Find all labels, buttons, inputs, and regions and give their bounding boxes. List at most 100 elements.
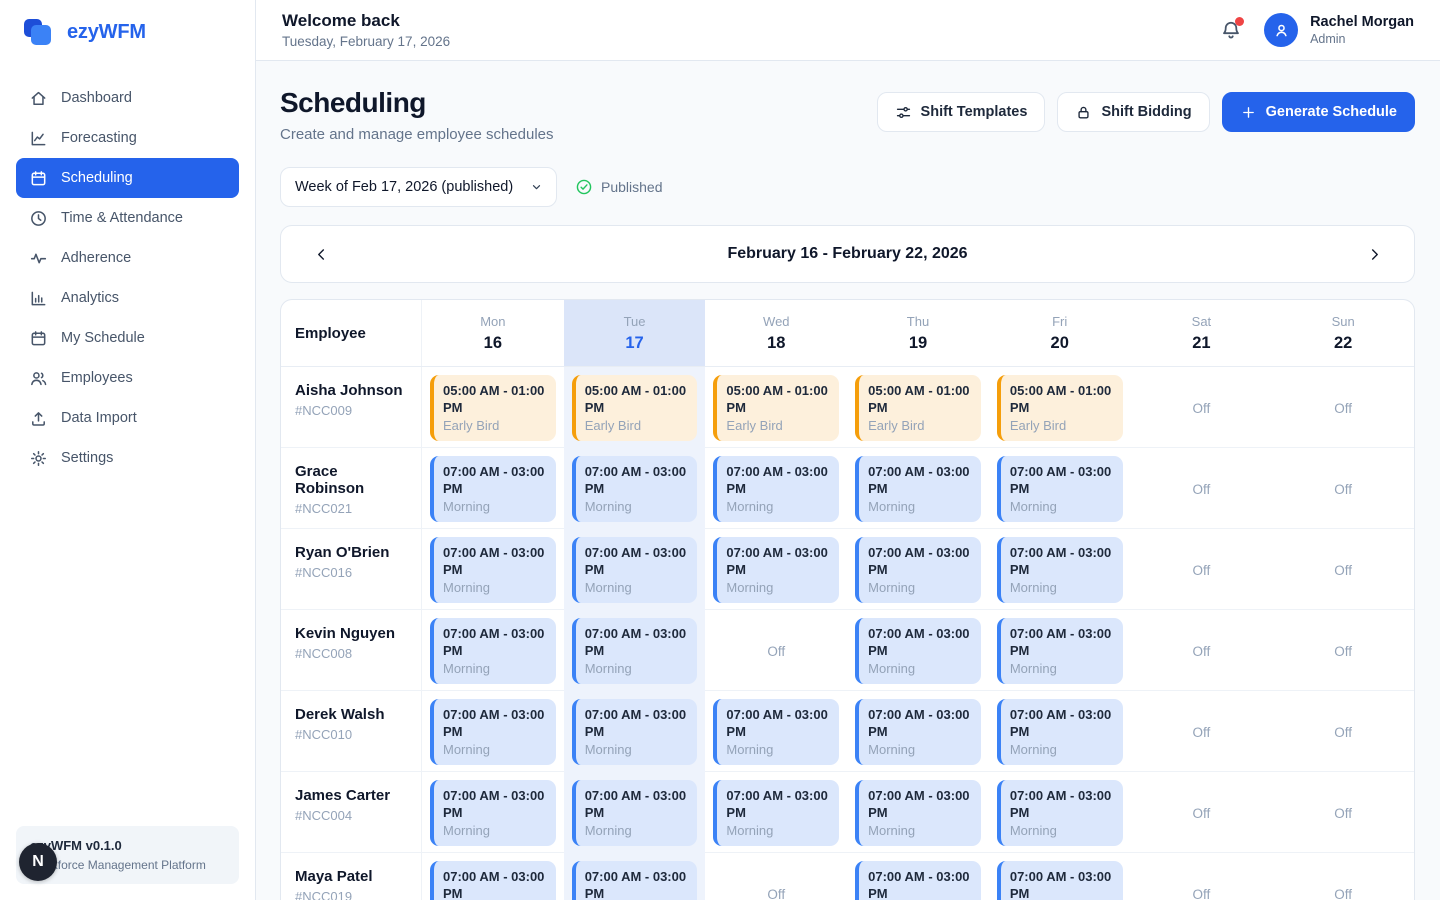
shift-bidding-button[interactable]: Shift Bidding xyxy=(1057,92,1209,132)
shift-card-morning[interactable]: 07:00 AM - 03:00 PMMorning xyxy=(430,861,556,900)
shift-card-morning[interactable]: 07:00 AM - 03:00 PMMorning xyxy=(855,699,981,764)
shift-card-morning[interactable]: 07:00 AM - 03:00 PMMorning xyxy=(430,537,556,602)
shift-time: 07:00 AM - 03:00 PM xyxy=(726,707,831,740)
shift-card-morning[interactable]: 07:00 AM - 03:00 PMMorning xyxy=(855,780,981,845)
shift-card-early[interactable]: 05:00 AM - 01:00 PM Early Bird xyxy=(430,375,556,440)
shift-type-label: Morning xyxy=(585,661,690,678)
sidebar-item-forecasting[interactable]: Forecasting xyxy=(16,118,239,158)
employee-cell: Maya Patel#NCC019 xyxy=(281,853,422,900)
shift-type-label: Morning xyxy=(585,823,690,840)
shift-card-morning[interactable]: 07:00 AM - 03:00 PMMorning xyxy=(572,456,698,521)
shift-card-morning[interactable]: 07:00 AM - 03:00 PMMorning xyxy=(997,699,1123,764)
shift-card-morning[interactable]: 07:00 AM - 03:00 PMMorning xyxy=(855,861,981,900)
shift-card-morning[interactable]: 07:00 AM - 03:00 PMMorning xyxy=(855,618,981,683)
shift-type-label: Morning xyxy=(585,742,690,759)
shift-card-early[interactable]: 05:00 AM - 01:00 PMEarly Bird xyxy=(713,375,839,440)
notifications-button[interactable] xyxy=(1220,19,1242,41)
shift-card-morning[interactable]: 07:00 AM - 03:00 PMMorning xyxy=(430,780,556,845)
shift-templates-button[interactable]: Shift Templates xyxy=(877,92,1046,132)
shift-time: 05:00 AM - 01:00 PM xyxy=(443,383,548,416)
sidebar-item-analytics[interactable]: Analytics xyxy=(16,278,239,318)
shift-time: 05:00 AM - 01:00 PM xyxy=(585,383,690,416)
sidebar-item-scheduling[interactable]: Scheduling xyxy=(16,158,239,198)
day-header-mon: Mon16 xyxy=(422,300,564,366)
next-week-button[interactable] xyxy=(1360,240,1388,268)
shift-card-morning[interactable]: 07:00 AM - 03:00 PMMorning xyxy=(572,780,698,845)
shift-card-morning[interactable]: 07:00 AM - 03:00 PMMorning xyxy=(997,780,1123,845)
sidebar-item-my-schedule[interactable]: My Schedule xyxy=(16,318,239,358)
notification-dot xyxy=(1235,17,1244,26)
schedule-row: Aisha Johnson#NCC00905:00 AM - 01:00 PME… xyxy=(281,367,1414,448)
shift-cell: 07:00 AM - 03:00 PMMorning xyxy=(422,691,564,772)
schedule-row: James Carter#NCC00407:00 AM - 03:00 PMMo… xyxy=(281,772,1414,853)
off-label: Off xyxy=(1280,644,1406,659)
day-header-sun: Sun22 xyxy=(1272,300,1414,366)
shift-card-early[interactable]: 05:00 AM - 01:00 PMEarly Bird xyxy=(572,375,698,440)
sidebar-item-dashboard[interactable]: Dashboard xyxy=(16,78,239,118)
shift-card-morning[interactable]: 07:00 AM - 03:00 PMMorning xyxy=(997,861,1123,900)
day-name: Thu xyxy=(907,314,929,329)
shift-cell: 07:00 AM - 03:00 PM Morning xyxy=(989,529,1131,610)
shift-type-label: Morning xyxy=(868,823,973,840)
shift-card-morning[interactable]: 07:00 AM - 03:00 PMMorning xyxy=(997,456,1123,521)
shift-type-label: Morning xyxy=(585,499,690,516)
shift-card-morning[interactable]: 07:00 AM - 03:00 PMMorning xyxy=(572,537,698,602)
shift-time: 07:00 AM - 03:00 PM xyxy=(1010,545,1115,578)
shift-card-morning[interactable]: 07:00 AM - 03:00 PMMorning xyxy=(713,699,839,764)
prev-week-button[interactable] xyxy=(307,240,335,268)
shift-cell: Off xyxy=(1272,772,1414,853)
sidebar-item-label: Time & Attendance xyxy=(61,210,183,226)
sidebar-item-time-attendance[interactable]: Time & Attendance xyxy=(16,198,239,238)
status-badge: Published xyxy=(575,178,663,196)
shift-card-morning[interactable]: 07:00 AM - 03:00 PMMorning xyxy=(997,618,1123,683)
employee-name: Kevin Nguyen xyxy=(295,625,407,642)
shift-time: 07:00 AM - 03:00 PM xyxy=(868,626,973,659)
shift-card-morning[interactable]: 07:00 AM - 03:00 PMMorning xyxy=(855,537,981,602)
sidebar-item-employees[interactable]: Employees xyxy=(16,358,239,398)
shift-type-label: Early Bird xyxy=(443,418,548,435)
sidebar-item-settings[interactable]: Settings xyxy=(16,438,239,478)
schedule-table: Employee Mon16Tue17Wed18Thu19Fri20Sat21S… xyxy=(280,299,1415,900)
sliders-icon xyxy=(895,104,912,121)
shift-card-early[interactable]: 05:00 AM - 01:00 PMEarly Bird xyxy=(997,375,1123,440)
shift-card-morning[interactable]: 07:00 AM - 03:00 PMMorning xyxy=(713,456,839,521)
sidebar-item-label: Dashboard xyxy=(61,90,132,106)
shift-card-morning[interactable]: 07:00 AM - 03:00 PM Morning xyxy=(997,537,1123,602)
employee-cell: Kevin Nguyen#NCC008 xyxy=(281,610,422,691)
shift-cell: Off xyxy=(1131,853,1273,900)
shift-cell: Off xyxy=(1272,610,1414,691)
shift-cell: Off xyxy=(1131,529,1273,610)
employee-id: #NCC004 xyxy=(295,808,407,823)
shift-card-morning[interactable]: 07:00 AM - 03:00 PMMorning xyxy=(572,699,698,764)
shift-cell: 05:00 AM - 01:00 PM Early Bird xyxy=(422,367,564,448)
week-selector[interactable]: Week of Feb 17, 2026 (published) xyxy=(280,167,557,207)
day-name: Mon xyxy=(480,314,505,329)
shift-card-morning[interactable]: 07:00 AM - 03:00 PMMorning xyxy=(572,861,698,900)
shift-type-label: Morning xyxy=(1010,499,1115,516)
shift-card-morning[interactable]: 07:00 AM - 03:00 PMMorning xyxy=(430,699,556,764)
shift-time: 07:00 AM - 03:00 PM xyxy=(585,545,690,578)
user-menu[interactable]: Rachel Morgan Admin xyxy=(1264,13,1414,47)
shift-card-morning[interactable]: 07:00 AM - 03:00 PMMorning xyxy=(713,537,839,602)
shift-cell: 07:00 AM - 03:00 PMMorning xyxy=(564,772,706,853)
week-selector-wrap: Week of Feb 17, 2026 (published) xyxy=(280,167,557,207)
shift-card-morning[interactable]: 07:00 AM - 03:00 PMMorning xyxy=(713,780,839,845)
shift-time: 07:00 AM - 03:00 PM xyxy=(868,464,973,497)
shift-card-morning[interactable]: 07:00 AM - 03:00 PMMorning xyxy=(430,618,556,683)
generate-schedule-button[interactable]: Generate Schedule xyxy=(1222,92,1415,132)
shift-time: 07:00 AM - 03:00 PM xyxy=(868,869,973,900)
shift-type-label: Morning xyxy=(1010,580,1115,597)
sidebar-item-data-import[interactable]: Data Import xyxy=(16,398,239,438)
shift-card-early[interactable]: 05:00 AM - 01:00 PMEarly Bird xyxy=(855,375,981,440)
employee-name: Aisha Johnson xyxy=(295,382,407,399)
sidebar-item-adherence[interactable]: Adherence xyxy=(16,238,239,278)
shift-card-morning[interactable]: 07:00 AM - 03:00 PMMorning xyxy=(855,456,981,521)
shift-card-morning[interactable]: 07:00 AM - 03:00 PMMorning xyxy=(572,618,698,683)
dev-overlay-badge[interactable]: N xyxy=(19,843,57,881)
shift-cell: 05:00 AM - 01:00 PMEarly Bird xyxy=(989,367,1131,448)
shift-card-morning[interactable]: 07:00 AM - 03:00 PMMorning xyxy=(430,456,556,521)
shift-type-label: Morning xyxy=(726,580,831,597)
employee-name: Ryan O'Brien xyxy=(295,544,407,561)
sidebar-item-label: Analytics xyxy=(61,290,119,306)
schedule-row: Grace Robinson#NCC02107:00 AM - 03:00 PM… xyxy=(281,448,1414,529)
